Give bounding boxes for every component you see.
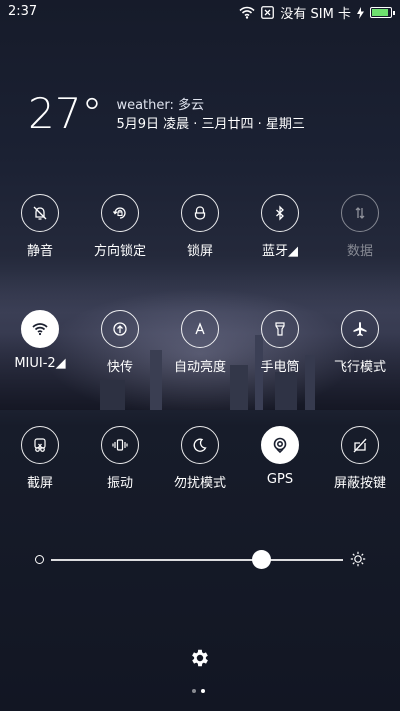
vibrate-icon bbox=[101, 426, 139, 464]
battery-icon bbox=[370, 7, 395, 18]
temperature: 27° bbox=[28, 89, 103, 138]
toggle-label: 手电筒 bbox=[260, 360, 300, 375]
toggle-airplane[interactable]: 飞行模式 bbox=[320, 310, 400, 375]
toggle-quick-transfer[interactable]: 快传 bbox=[80, 310, 160, 375]
toggle-label: 勿扰模式 bbox=[173, 476, 226, 491]
moon-icon bbox=[181, 426, 219, 464]
wifi-icon bbox=[21, 310, 59, 348]
block-keys-icon bbox=[341, 426, 379, 464]
toggle-block-keys[interactable]: 屏蔽按键 bbox=[320, 426, 400, 491]
toggle-auto-brightness[interactable]: 自动亮度 bbox=[160, 310, 240, 375]
location-icon bbox=[261, 426, 299, 464]
toggle-label: MIUI-2◢ bbox=[14, 356, 66, 371]
toggle-label: GPS bbox=[266, 472, 294, 487]
building bbox=[100, 380, 125, 410]
scissors-icon bbox=[21, 426, 59, 464]
toggle-label: 振动 bbox=[106, 476, 133, 491]
toggle-label: 截屏 bbox=[26, 476, 53, 491]
building bbox=[275, 372, 297, 410]
lock-icon bbox=[181, 194, 219, 232]
rotation-lock-icon bbox=[101, 194, 139, 232]
toggle-flashlight[interactable]: 手电筒 bbox=[240, 310, 320, 375]
toggle-bluetooth[interactable]: 蓝牙◢ bbox=[240, 194, 320, 259]
charging-icon bbox=[357, 6, 364, 19]
toggle-do-not-disturb[interactable]: 勿扰模式 bbox=[160, 426, 240, 491]
battery-fill bbox=[372, 9, 388, 16]
status-time: 2:37 bbox=[8, 4, 38, 19]
toggle-label: 快传 bbox=[106, 360, 133, 375]
toggle-label: 锁屏 bbox=[186, 244, 213, 259]
upload-icon bbox=[101, 310, 139, 348]
auto-brightness-icon bbox=[181, 310, 219, 348]
toggle-label: 自动亮度 bbox=[173, 360, 226, 375]
wifi-icon bbox=[239, 6, 255, 19]
toggle-mute[interactable]: 静音 bbox=[0, 194, 80, 259]
gear-icon[interactable] bbox=[189, 647, 211, 669]
weather-condition: weather: 多云 bbox=[116, 98, 205, 113]
brightness-slider[interactable] bbox=[32, 550, 368, 570]
toggle-gps[interactable]: GPS bbox=[240, 426, 320, 487]
toggle-vibrate[interactable]: 振动 bbox=[80, 426, 160, 491]
airplane-icon bbox=[341, 310, 379, 348]
bell-off-icon bbox=[21, 194, 59, 232]
toggle-lock-screen[interactable]: 锁屏 bbox=[160, 194, 240, 259]
flashlight-icon bbox=[261, 310, 299, 348]
brightness-knob[interactable] bbox=[251, 550, 271, 569]
toggle-rotation-lock[interactable]: 方向锁定 bbox=[80, 194, 160, 259]
brightness-high-icon bbox=[350, 551, 366, 567]
bluetooth-icon bbox=[261, 194, 299, 232]
page-indicator bbox=[192, 689, 205, 693]
data-arrows-icon bbox=[341, 194, 379, 232]
toggle-label: 方向锁定 bbox=[93, 244, 146, 259]
toggle-label: 静音 bbox=[26, 244, 53, 259]
toggle-label: 蓝牙◢ bbox=[262, 244, 298, 259]
toggle-label: 飞行模式 bbox=[333, 360, 386, 375]
page-dot[interactable] bbox=[192, 689, 196, 693]
brightness-track[interactable] bbox=[51, 559, 343, 561]
page-dot-active[interactable] bbox=[201, 689, 205, 693]
sim-x-icon bbox=[261, 6, 275, 19]
toggle-screenshot[interactable]: 截屏 bbox=[0, 426, 80, 491]
toggle-label: 屏蔽按键 bbox=[333, 476, 386, 491]
brightness-low-icon bbox=[35, 555, 44, 564]
carrier-text: 没有 SIM 卡 bbox=[280, 7, 351, 22]
toggle-label: 数据 bbox=[346, 244, 373, 259]
weather-widget[interactable]: 27° weather: 多云 5月9日 凌晨 · 三月廿四 · 星期三 bbox=[28, 92, 305, 136]
toggle-data[interactable]: 数据 bbox=[320, 194, 400, 259]
toggle-wifi[interactable]: MIUI-2◢ bbox=[0, 310, 80, 371]
status-bar: 2:37 没有 SIM 卡 bbox=[0, 0, 400, 24]
date-line: 5月9日 凌晨 · 三月廿四 · 星期三 bbox=[116, 117, 305, 132]
